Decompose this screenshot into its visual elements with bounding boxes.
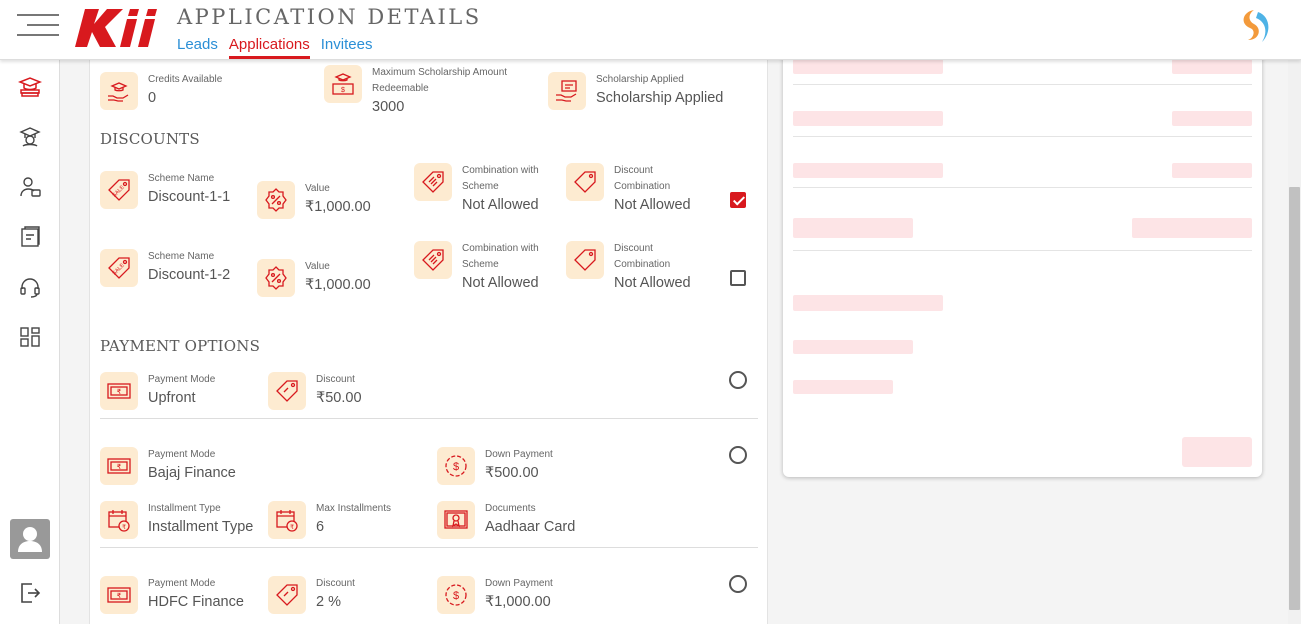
tab-invitees[interactable]: Invitees: [321, 36, 373, 59]
price-tag-icon: [566, 241, 604, 279]
discount-value: Value ₹1,000.00: [257, 181, 371, 219]
summary-panel-loading: [783, 40, 1262, 477]
payment-option-upfront-radio[interactable]: [729, 371, 747, 389]
svg-text:₹: ₹: [117, 592, 122, 600]
discount-value: Value ₹1,000.00: [257, 259, 371, 297]
payment-discount: Discount 2 %: [268, 576, 355, 614]
skeleton-bar: [793, 111, 943, 126]
brand-logo-icon: [1243, 10, 1269, 42]
price-tag-icon: [268, 372, 306, 410]
skeleton-bar: [1172, 111, 1252, 126]
tab-applications[interactable]: Applications: [228, 36, 310, 59]
price-tag-icon: [566, 163, 604, 201]
discount-scheme-name: SALE Scheme Name Discount-1-1: [100, 171, 238, 209]
payment-discount: Discount ₹50.00: [268, 372, 362, 410]
discount-combination: Discount Combination Not Allowed: [566, 241, 704, 294]
calendar-coin-icon: ₹: [100, 501, 138, 539]
divider: [793, 187, 1252, 188]
payment-mode: ₹ Payment Mode Bajaj Finance: [100, 447, 236, 485]
divider: [793, 84, 1252, 85]
payment-mode: ₹ Payment Mode HDFC Finance: [100, 576, 244, 614]
scrollbar-thumb[interactable]: [1289, 187, 1300, 610]
rupee-note-icon: ₹: [100, 372, 138, 410]
svg-text:$: $: [453, 590, 459, 602]
svg-text:$: $: [341, 87, 345, 94]
certificate-stack-icon[interactable]: [18, 225, 42, 249]
svg-text:₹: ₹: [290, 524, 294, 531]
left-sidebar: [0, 60, 60, 624]
graduation-books-icon[interactable]: [18, 75, 42, 99]
svg-text:₹: ₹: [117, 463, 122, 471]
max-installments: ₹ Max Installments 6: [268, 501, 391, 539]
divider: [793, 250, 1252, 251]
max-scholarship-amount: $ Maximum Scholarship Amount Redeemable 3…: [324, 65, 532, 118]
percent-badge-icon: [257, 259, 295, 297]
user-id-icon[interactable]: [18, 175, 42, 199]
price-tag-lines-icon: [414, 163, 452, 201]
skeleton-bar: [1172, 163, 1252, 178]
graduation-cash-icon: $: [324, 65, 362, 103]
skeleton-bar: [793, 163, 943, 178]
page-title: APPLICATION DETAILS: [177, 5, 482, 29]
header-tabs: Leads Applications Invitees: [177, 36, 372, 59]
combination-with-scheme: Combination with Scheme Not Allowed: [414, 163, 552, 216]
svg-text:SALE: SALE: [112, 184, 126, 198]
user-avatar-icon[interactable]: [10, 519, 50, 559]
svg-text:₹: ₹: [122, 524, 126, 531]
divider: [100, 547, 758, 548]
skeleton-button: [1182, 437, 1252, 467]
divider: [793, 136, 1252, 137]
credits-available: Credits Available 0: [100, 72, 222, 110]
hand-certificate-icon: [548, 72, 586, 110]
skeleton-bar: [1172, 59, 1252, 74]
scholarship-applied: Scholarship Applied Scholarship Applied: [548, 72, 723, 110]
headset-icon[interactable]: [18, 275, 42, 299]
payment-option-bajaj-radio[interactable]: [729, 446, 747, 464]
application-details-card: Credits Available 0 $ Maximum Scholarship…: [89, 60, 768, 624]
kii-logo: [75, 9, 157, 47]
percent-badge-icon: [257, 181, 295, 219]
discount-2-checkbox[interactable]: [730, 270, 746, 286]
discount-scheme-name: SALE Scheme Name Discount-1-2: [100, 249, 238, 287]
discount-combination: Discount Combination Not Allowed: [566, 163, 704, 216]
down-payment: $ Down Payment ₹1,000.00: [437, 576, 553, 614]
skeleton-bar: [793, 340, 913, 354]
certificate-icon: [437, 501, 475, 539]
dollar-cycle-icon: $: [437, 576, 475, 614]
skeleton-bar: [793, 380, 893, 394]
svg-text:₹: ₹: [117, 388, 122, 396]
skeleton-bar: [793, 295, 943, 311]
rupee-note-icon: ₹: [100, 447, 138, 485]
discount-1-checkbox[interactable]: [730, 192, 746, 208]
payment-option-hdfc-radio[interactable]: [729, 575, 747, 593]
skeleton-bar: [793, 218, 913, 238]
grid-icon[interactable]: [18, 325, 42, 349]
graduation-cap-hand-icon[interactable]: [18, 125, 42, 149]
down-payment: $ Down Payment ₹500.00: [437, 447, 553, 485]
hamburger-menu-icon[interactable]: [17, 14, 59, 38]
price-tag-icon: [268, 576, 306, 614]
payment-mode: ₹ Payment Mode Upfront: [100, 372, 215, 410]
hand-graduation-icon: [100, 72, 138, 110]
top-header: APPLICATION DETAILS Leads Applications I…: [0, 0, 1301, 60]
tab-leads[interactable]: Leads: [177, 36, 218, 59]
combination-with-scheme: Combination with Scheme Not Allowed: [414, 241, 552, 294]
sale-tag-icon: SALE: [100, 171, 138, 209]
documents: Documents Aadhaar Card: [437, 501, 575, 539]
svg-text:SALE: SALE: [112, 262, 126, 276]
payment-options-heading: PAYMENT OPTIONS: [100, 337, 261, 355]
dollar-cycle-icon: $: [437, 447, 475, 485]
svg-text:$: $: [453, 461, 459, 473]
calendar-coin-icon: ₹: [268, 501, 306, 539]
rupee-note-icon: ₹: [100, 576, 138, 614]
price-tag-lines-icon: [414, 241, 452, 279]
discounts-heading: DISCOUNTS: [100, 130, 200, 148]
installment-type: ₹ Installment Type Installment Type: [100, 501, 253, 539]
skeleton-bar: [1132, 218, 1252, 238]
logout-icon[interactable]: [18, 581, 42, 605]
divider: [100, 418, 758, 419]
sale-tag-icon: SALE: [100, 249, 138, 287]
skeleton-bar: [793, 59, 943, 74]
